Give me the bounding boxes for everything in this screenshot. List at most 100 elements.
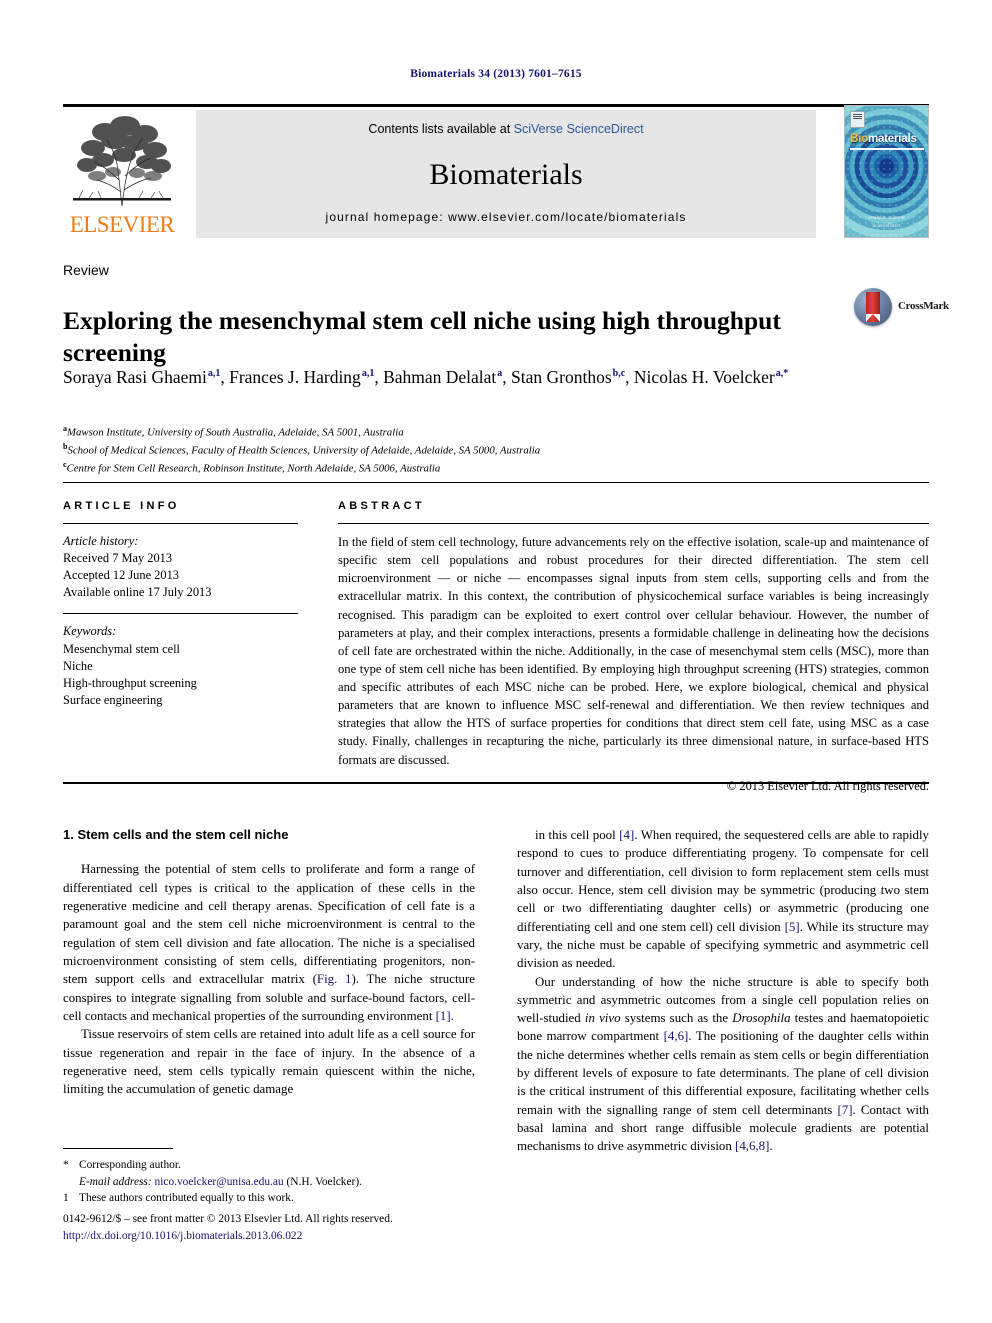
history-items: Received 7 May 2013 Accepted 12 June 2013… <box>63 550 298 601</box>
contents-prefix: Contents lists available at <box>368 122 514 136</box>
keyword-item: Surface engineering <box>63 692 163 707</box>
cover-footer-line2: ScienceDirect <box>872 223 901 229</box>
affiliation-item: aMawson Institute, University of South A… <box>63 424 404 439</box>
keywords-rule <box>63 613 298 615</box>
section-heading: 1. Stem cells and the stem cell niche <box>63 827 289 842</box>
cover-title-rest: materials <box>867 133 917 145</box>
contents-available-line: Contents lists available at SciVerse Sci… <box>196 122 816 136</box>
footnotes: * Corresponding author. E-mail address: n… <box>63 1157 475 1207</box>
body-paragraph: Harnessing the potential of stem cells t… <box>63 862 475 1023</box>
keyword-items: Mesenchymal stem cell Niche High-throughpu… <box>63 641 298 709</box>
article-info-heading: ARTICLE INFO <box>63 500 180 512</box>
cover-title-underline <box>850 148 924 150</box>
equal-contribution-note: 1 These authors contributed equally to th… <box>63 1190 475 1207</box>
history-item: Accepted 12 June 2013 <box>63 568 179 583</box>
author-affiliation-mark: a,* <box>775 368 789 380</box>
masthead-top-rule <box>63 104 929 107</box>
author-name: Soraya Rasi Ghaemi <box>63 367 207 387</box>
citation-reference[interactable]: [4] <box>619 828 634 842</box>
crossmark-label: CrossMark <box>898 300 949 312</box>
sciencedirect-link[interactable]: SciVerse ScienceDirect <box>514 122 644 136</box>
abstract-heading: ABSTRACT <box>338 500 425 512</box>
journal-homepage[interactable]: journal homepage: www.elsevier.com/locat… <box>196 210 816 224</box>
author-list: Soraya Rasi Ghaemia,1, Frances J. Hardin… <box>63 367 789 387</box>
citation-reference[interactable]: [7] <box>837 1103 852 1117</box>
crossmark-book-icon <box>866 292 880 322</box>
elsevier-wordmark: ELSEVIER <box>69 212 175 237</box>
body-paragraph: Tissue reservoirs of stem cells are reta… <box>63 1027 475 1097</box>
email-label: E-mail address: <box>79 1175 152 1188</box>
citation-reference[interactable]: [4,6] <box>664 1029 689 1043</box>
article-info-rule <box>63 523 298 524</box>
italic-term: in vivo <box>584 1011 621 1026</box>
email-suffix: (N.H. Voelcker). <box>286 1175 363 1188</box>
history-item: Available online 17 July 2013 <box>63 585 212 600</box>
author-name: Frances J. Harding <box>229 367 361 387</box>
article-type: Review <box>63 262 109 278</box>
author-affiliation-mark: a <box>497 368 503 380</box>
body-column-right: in this cell pool [4]. When required, th… <box>517 826 929 1156</box>
email-link[interactable]: nico.voelcker@unisa.edu.au <box>155 1176 284 1188</box>
doi-link[interactable]: http://dx.doi.org/10.1016/j.biomaterials… <box>63 1230 302 1242</box>
author-affiliation-mark: a,1 <box>361 368 375 380</box>
author-name: Bahman Delalat <box>383 367 497 387</box>
keywords-block: Keywords: Mesenchymal stem cell Niche High… <box>63 623 298 709</box>
imprint: 0142-9612/$ – see front matter © 2013 El… <box>63 1211 563 1245</box>
journal-cover-thumbnail: Biomaterials available online at Science… <box>844 105 929 238</box>
body-paragraph: in this cell pool [4]. When required, th… <box>517 828 929 971</box>
contents-band: Contents lists available at SciVerse Sci… <box>196 110 816 238</box>
body-paragraph: Our understanding of how the niche struc… <box>517 974 929 1154</box>
paper-page: Biomaterials 34 (2013) 7601–7615 ELSEVIE… <box>0 0 992 1323</box>
keyword-item: Mesenchymal stem cell <box>63 641 180 656</box>
article-history: Article history: Received 7 May 2013 Acce… <box>63 533 298 601</box>
keyword-item: Niche <box>63 658 93 673</box>
figure-reference[interactable]: Fig. 1 <box>317 972 352 986</box>
author-affiliation-mark: a,1 <box>207 368 221 380</box>
email-note: E-mail address: nico.voelcker@unisa.edu.… <box>63 1174 475 1191</box>
author-name: Stan Gronthos <box>511 367 612 387</box>
abstract-block-top-rule <box>63 482 929 483</box>
keyword-item: High-throughput screening <box>63 675 197 690</box>
citation-reference[interactable]: [1] <box>436 1009 451 1023</box>
author-name: Nicolas H. Voelcker <box>633 367 775 387</box>
history-item: Received 7 May 2013 <box>63 551 173 566</box>
right-paragraphs: in this cell pool [4]. When required, th… <box>517 826 929 1156</box>
crossmark-badge[interactable]: CrossMark <box>854 288 949 328</box>
journal-title: Biomaterials <box>429 158 583 191</box>
abstract-copyright: © 2013 Elsevier Ltd. All rights reserved… <box>726 778 929 793</box>
corresponding-text: Corresponding author. <box>79 1159 181 1171</box>
journal-masthead: ELSEVIER Contents lists available at Sci… <box>63 104 929 238</box>
left-paragraphs: Harnessing the potential of stem cells t… <box>63 860 475 1098</box>
article-history-label: Article history: <box>63 534 139 548</box>
abstract-block-bottom-rule <box>63 782 929 784</box>
citation-reference[interactable]: [4,6,8] <box>735 1139 769 1153</box>
citation-reference[interactable]: [5] <box>785 920 800 934</box>
cover-title-bio: Bio <box>850 133 868 145</box>
cover-footer-line1: available online at <box>868 216 905 221</box>
abstract-column: ABSTRACT In the field of stem cell techn… <box>338 500 929 794</box>
affiliation-item: cCentre for Stem Cell Research, Robinson… <box>63 459 441 475</box>
italic-term: Drosophila <box>732 1011 791 1026</box>
keywords-label: Keywords: <box>63 624 117 639</box>
affiliation-item: bSchool of Medical Sciences, Faculty of … <box>63 441 541 457</box>
author-affiliation-mark: b,c <box>612 368 626 380</box>
crossmark-disc-icon <box>854 288 892 326</box>
footnote-rule <box>63 1148 173 1149</box>
cover-title: Biomaterials <box>850 133 917 145</box>
corresponding-author-note: * Corresponding author. <box>63 1157 475 1174</box>
equal-text: These authors contributed equally to thi… <box>79 1192 294 1205</box>
article-info-column: ARTICLE INFO Article history: Received 7… <box>63 500 298 709</box>
abstract-text: In the field of stem cell technology, fu… <box>338 535 929 767</box>
imprint-line: 0142-9612/$ – see front matter © 2013 El… <box>63 1213 393 1225</box>
elsevier-tree-icon <box>67 110 177 210</box>
abstract-rule <box>338 523 929 524</box>
cover-footer: available online at ScienceDirect <box>845 215 928 230</box>
affiliation-list: aMawson Institute, University of South A… <box>63 423 883 477</box>
page-title: Exploring the mesenchymal stem cell nich… <box>63 306 781 368</box>
body-column-left: 1. Stem cells and the stem cell niche Ha… <box>63 826 475 1099</box>
equal-mark: 1 <box>63 1192 69 1205</box>
running-head: Biomaterials 34 (2013) 7601–7615 <box>410 68 582 80</box>
cover-publisher-badge-icon <box>850 111 865 128</box>
elsevier-logo: ELSEVIER <box>63 110 181 238</box>
corresponding-mark: * <box>63 1159 69 1171</box>
